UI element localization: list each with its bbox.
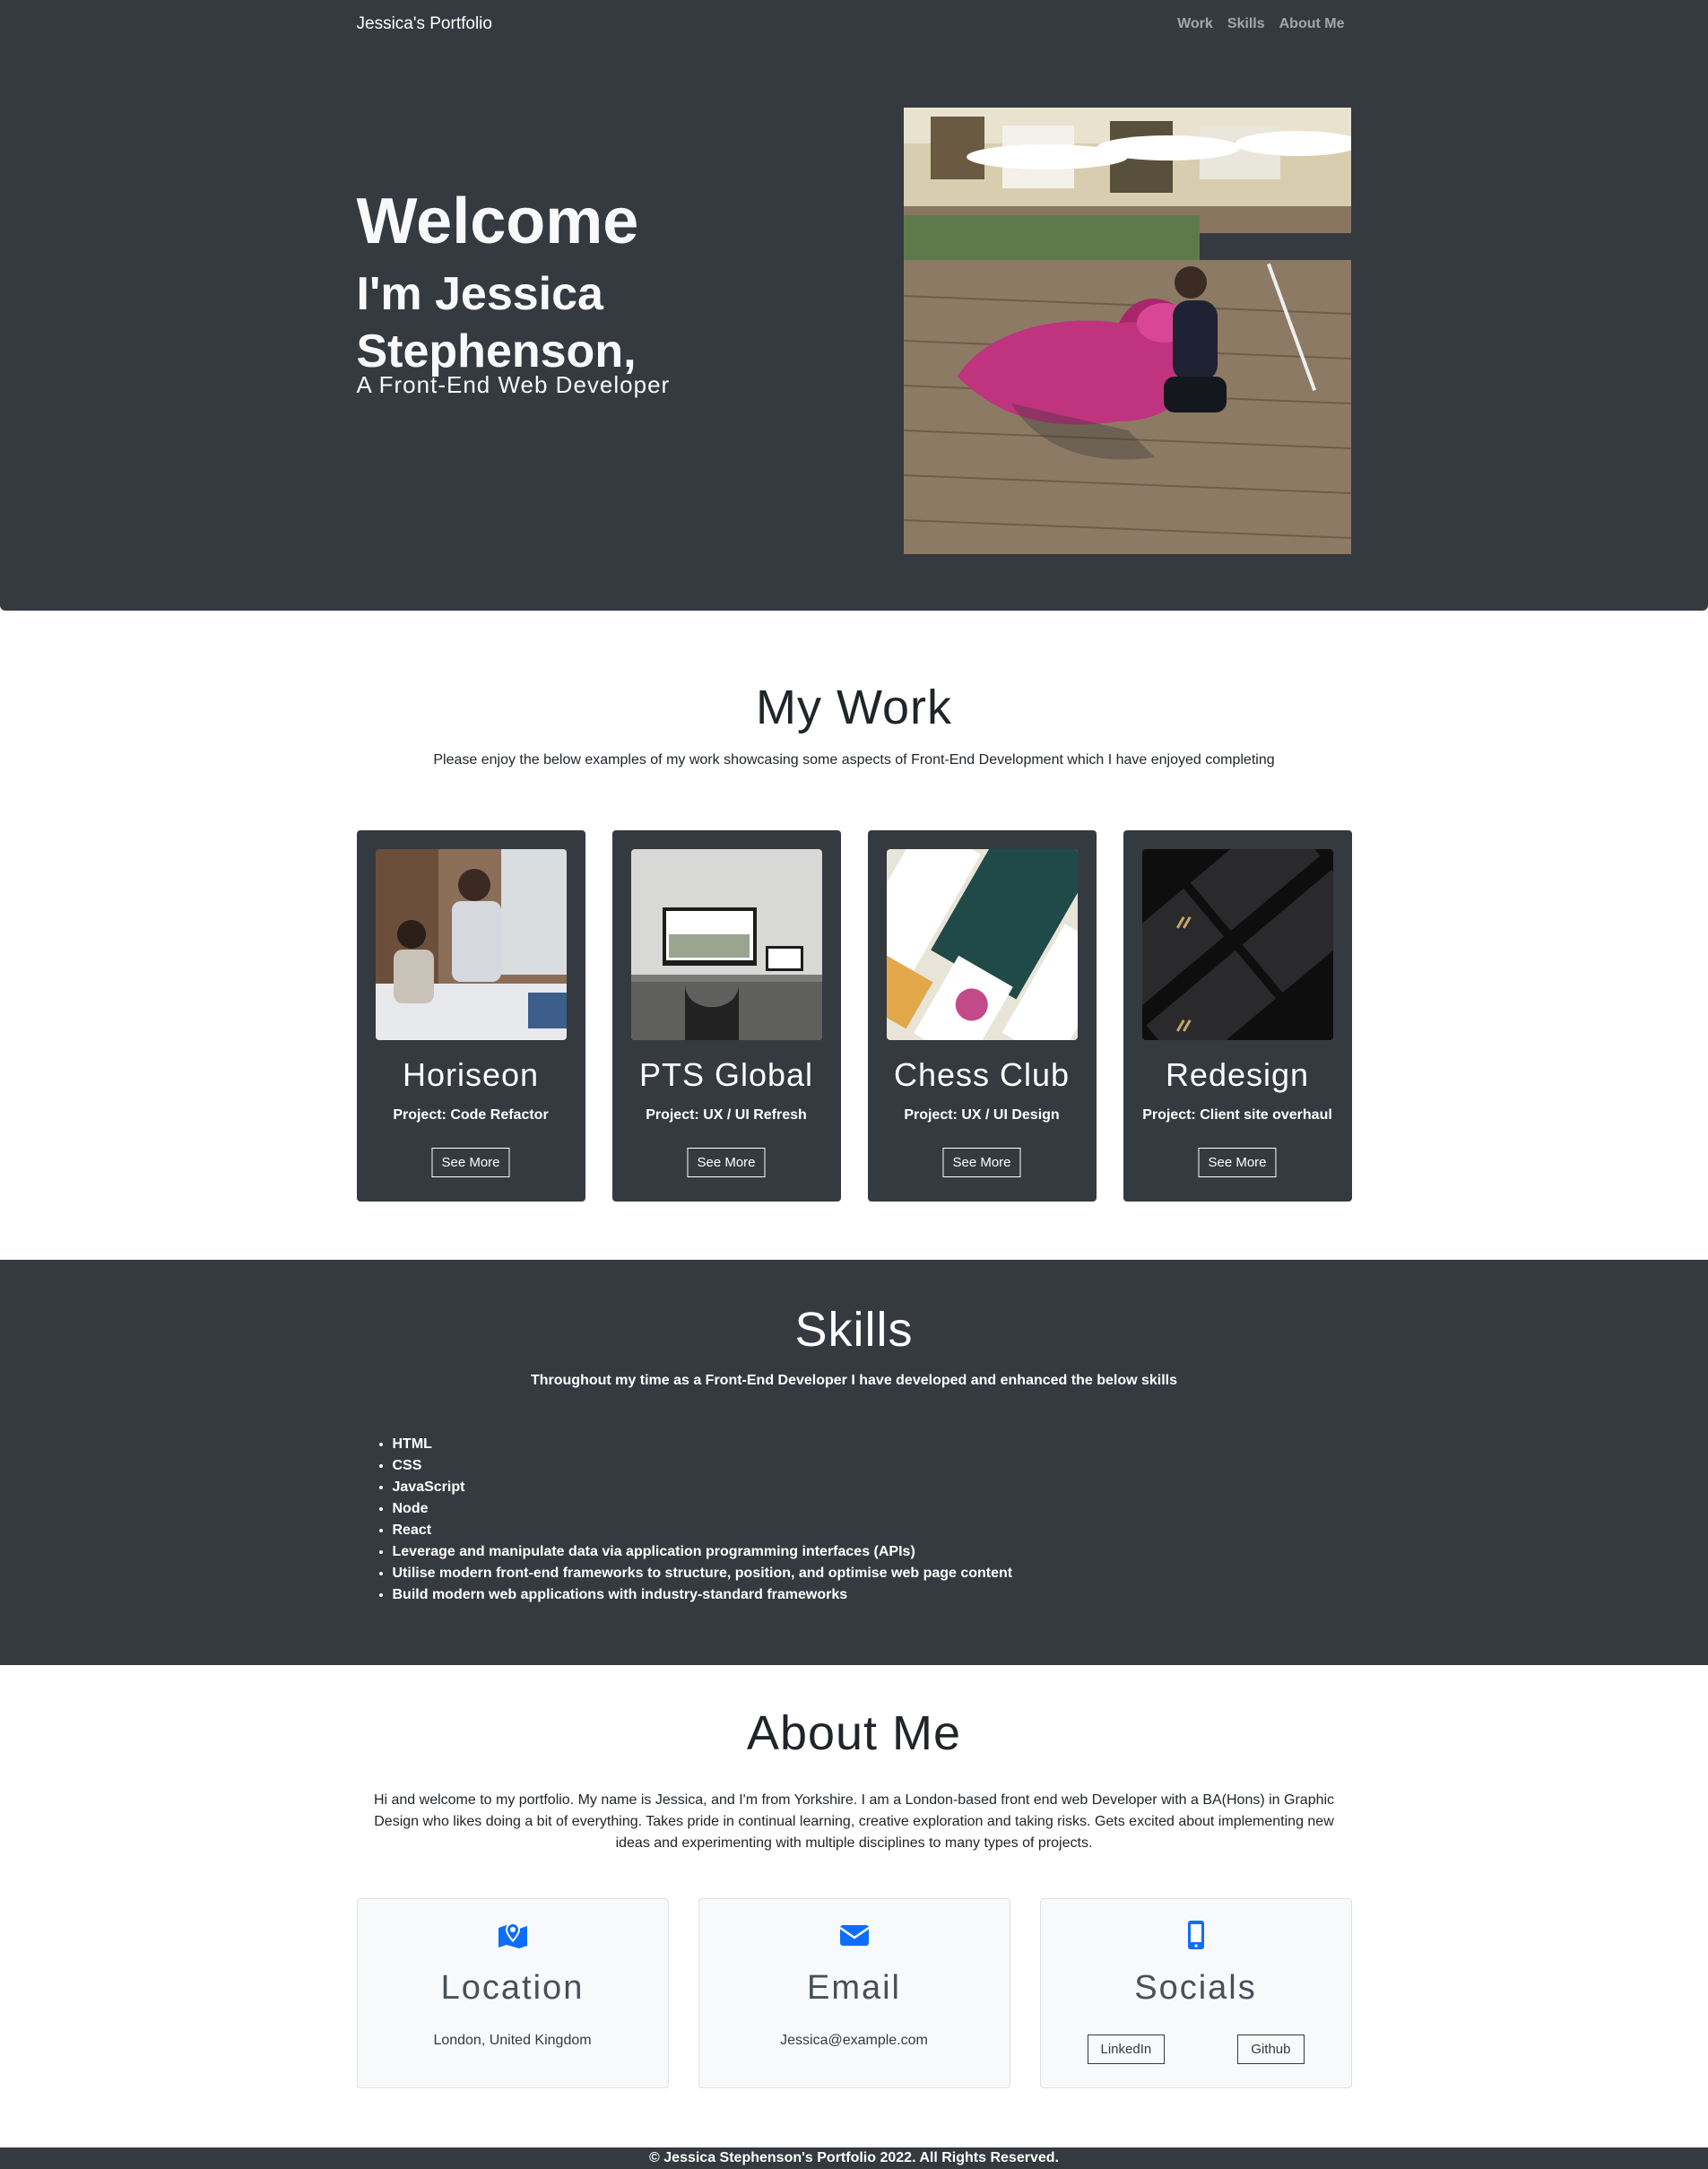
project-card-pts-global: PTS Global Project: UX / UI Refresh See …	[611, 830, 841, 1202]
footer: © Jessica Stephenson's Portfolio 2022. A…	[0, 2147, 1708, 2169]
see-more-button[interactable]: See More	[687, 1148, 766, 1177]
github-button[interactable]: Github	[1237, 2035, 1305, 2064]
project-subtitle: Project: Code Refactor	[393, 1107, 549, 1123]
about-title: About Me	[746, 1706, 962, 1760]
project-title: PTS Global	[638, 1056, 814, 1093]
see-more-button[interactable]: See More	[1198, 1148, 1277, 1177]
project-subtitle: Project: UX / UI Refresh	[646, 1107, 807, 1123]
location-card: Location London, United Kingdom	[356, 1898, 669, 2088]
list-item: Node	[393, 1498, 1013, 1520]
project-image-redesign	[1141, 849, 1333, 1040]
skills-lead: Throughout my time as a Front-End Develo…	[530, 1373, 1178, 1388]
see-more-button[interactable]: See More	[942, 1148, 1021, 1177]
info-cards: Location London, United Kingdom Email Je…	[356, 1898, 1352, 2088]
linkedin-button[interactable]: LinkedIn	[1087, 2035, 1166, 2064]
nav-link-about[interactable]: About Me	[1279, 16, 1345, 32]
profile-photo	[903, 108, 1351, 554]
list-item: Build modern web applications with indus…	[393, 1584, 1013, 1606]
project-card-horiseon: Horiseon Project: Code Refactor See More	[356, 830, 585, 1202]
hero-title: Welcome	[356, 186, 639, 257]
project-subtitle: Project: Client site overhaul	[1142, 1107, 1332, 1123]
project-card-redesign: Redesign Project: Client site overhaul S…	[1123, 830, 1352, 1202]
project-image-chess-club	[886, 849, 1078, 1040]
social-buttons: LinkedIn Github	[1041, 2035, 1351, 2064]
email-title: Email	[806, 1969, 902, 2007]
navbar: Jessica's Portfolio Work Skills About Me	[0, 0, 1708, 50]
list-item: CSS	[393, 1455, 1013, 1477]
socials-title: Socials	[1134, 1969, 1257, 2007]
about-text: Hi and welcome to my portfolio. My name …	[373, 1792, 1335, 1851]
project-image-pts-global	[630, 849, 822, 1040]
project-title: Horiseon	[402, 1056, 540, 1093]
project-title: Redesign	[1165, 1056, 1310, 1093]
list-item: React	[393, 1520, 1013, 1541]
hero-role: A Front-End Web Developer	[356, 371, 671, 398]
work-section: My Work Please enjoy the below examples …	[0, 611, 1708, 1260]
project-card-chess-club: Chess Club Project: UX / UI Design See M…	[867, 830, 1097, 1202]
see-more-button[interactable]: See More	[431, 1148, 510, 1177]
list-item: HTML	[393, 1434, 1013, 1455]
work-lead: Please enjoy the below examples of my wo…	[433, 752, 1275, 768]
email-value[interactable]: Jessica@example.com	[699, 2033, 1010, 2049]
hero-subtitle: I'm Jessica Stephenson,	[356, 268, 637, 377]
project-cards: Horiseon Project: Code Refactor See More	[356, 830, 1352, 1202]
nav-link-work[interactable]: Work	[1177, 16, 1213, 32]
mobile-phone-icon	[1187, 1921, 1204, 1949]
brand-link[interactable]: Jessica's Portfolio	[357, 14, 492, 34]
skills-title: Skills	[794, 1303, 914, 1357]
email-card: Email Jessica@example.com	[698, 1898, 1010, 2088]
hero-section: Welcome I'm Jessica Stephenson, A Front-…	[0, 50, 1708, 611]
location-title: Location	[440, 1969, 585, 2007]
project-image-horiseon	[375, 849, 567, 1040]
footer-copyright: © Jessica Stephenson's Portfolio 2022. A…	[649, 2150, 1059, 2165]
nav-links: Work Skills About Me	[1177, 16, 1344, 32]
list-item: Utilise modern front-end frameworks to s…	[393, 1563, 1013, 1584]
location-value: London, United Kingdom	[433, 2033, 592, 2048]
map-marker-icon	[498, 1922, 527, 1948]
skills-list: HTML CSS JavaScript Node React Leverage …	[357, 1434, 1013, 1606]
socials-card: Socials LinkedIn Github	[1039, 1898, 1352, 2088]
list-item: Leverage and manipulate data via applica…	[393, 1541, 1013, 1563]
work-title: My Work	[756, 681, 952, 734]
project-subtitle: Project: UX / UI Design	[904, 1107, 1060, 1123]
project-title: Chess Club	[893, 1056, 1071, 1093]
skills-section: Skills Throughout my time as a Front-End…	[0, 1260, 1708, 1665]
envelope-icon	[838, 1925, 870, 1946]
about-section: About Me Hi and welcome to my portfolio.…	[0, 1665, 1708, 2147]
nav-link-skills[interactable]: Skills	[1227, 16, 1265, 32]
list-item: JavaScript	[393, 1477, 1013, 1498]
